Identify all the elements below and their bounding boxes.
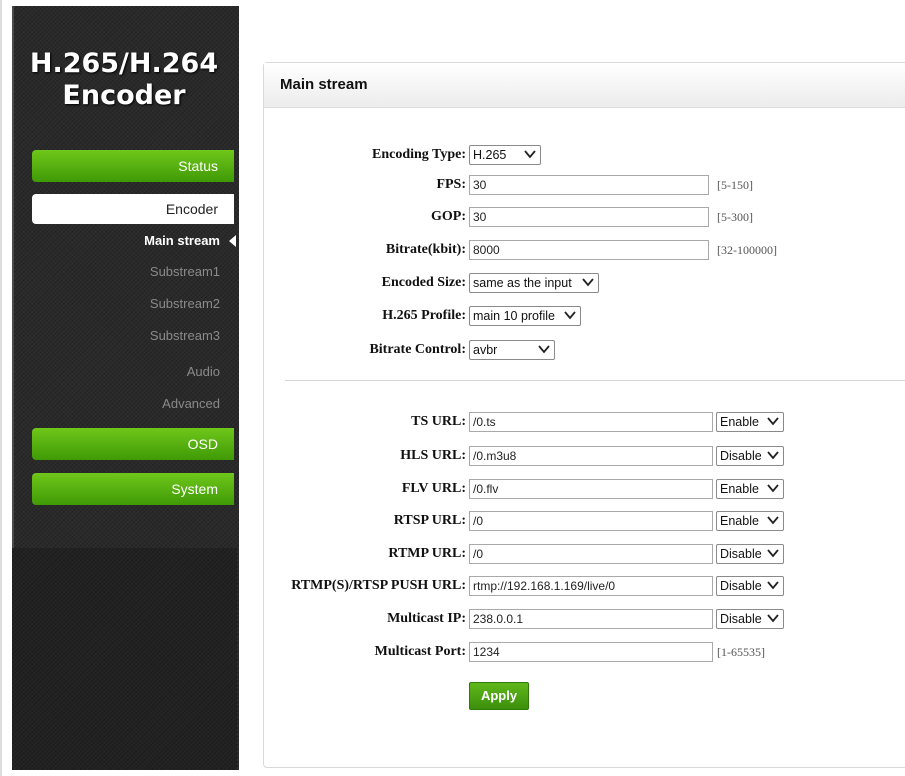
row-encoded-size: Encoded Size: same as the input — [0, 273, 905, 295]
logo-line2: Encoder — [62, 80, 186, 111]
row-bitrate: Bitrate(kbit): 8000 [32-100000] — [0, 240, 905, 262]
section-divider — [285, 380, 905, 381]
rtsp-url-state-select[interactable]: Enable — [716, 511, 784, 531]
push-url-state: Disable — [720, 579, 762, 593]
logo-line1: H.265/H.264 — [29, 48, 219, 79]
multicast-port-range: [1-65535] — [717, 645, 765, 659]
ts-url-state: Enable — [720, 415, 759, 429]
row-rtsp-url: RTSP URL: /0 Enable — [0, 511, 905, 533]
fps-label: FPS: — [436, 177, 466, 192]
encoding-type-value: H.265 — [473, 148, 507, 162]
rtmp-url-label: RTMP URL: — [388, 546, 466, 561]
row-multicast-ip: Multicast IP: 238.0.0.1 Disable — [0, 609, 905, 631]
rtmp-url-state-select[interactable]: Disable — [716, 544, 784, 564]
chevron-down-icon — [767, 515, 779, 525]
bitrate-control-value: avbr — [473, 343, 498, 357]
row-flv-url: FLV URL: /0.flv Enable — [0, 479, 905, 501]
apply-button[interactable]: Apply — [469, 682, 529, 710]
chevron-down-icon — [564, 310, 576, 320]
row-hls-url: HLS URL: /0.m3u8 Disable — [0, 446, 905, 468]
encoding-type-label: Encoding Type: — [371, 147, 466, 162]
chevron-down-icon — [767, 416, 779, 426]
rtmp-url-input[interactable]: /0 — [469, 544, 713, 564]
encoded-size-label: Encoded Size: — [381, 275, 466, 290]
multicast-ip-state-select[interactable]: Disable — [716, 609, 784, 629]
sidebar-item-advanced[interactable]: Advanced — [32, 394, 220, 414]
encoded-size-select[interactable]: same as the input — [469, 273, 599, 293]
chevron-down-icon — [524, 149, 536, 159]
gop-range: [5-300] — [717, 210, 753, 224]
hls-url-state-select[interactable]: Disable — [716, 446, 784, 466]
chevron-down-icon — [767, 613, 779, 623]
flv-url-state-select[interactable]: Enable — [716, 479, 784, 499]
row-encoding-type: Encoding Type: H.265 — [0, 145, 905, 167]
panel-header: Main stream — [264, 63, 905, 108]
flv-url-input[interactable]: /0.flv — [469, 479, 713, 499]
chevron-down-icon — [767, 450, 779, 460]
bitrate-control-select[interactable]: avbr — [469, 340, 555, 360]
hls-url-label: HLS URL: — [400, 448, 466, 463]
profile-value: main 10 profile — [473, 309, 555, 323]
chevron-down-icon — [767, 580, 779, 590]
encoded-size-value: same as the input — [473, 276, 572, 290]
multicast-ip-input[interactable]: 238.0.0.1 — [469, 609, 713, 629]
bitrate-control-label: Bitrate Control: — [369, 342, 466, 357]
multicast-port-label: Multicast Port: — [374, 644, 466, 659]
ts-url-state-select[interactable]: Enable — [716, 412, 784, 432]
page-title: Main stream — [280, 76, 368, 93]
bitrate-input[interactable]: 8000 — [469, 240, 709, 260]
bitrate-range: [32-100000] — [717, 243, 777, 257]
gop-input[interactable]: 30 — [469, 207, 709, 227]
flv-url-state: Enable — [720, 482, 759, 496]
fps-input[interactable]: 30 — [469, 175, 709, 195]
ts-url-label: TS URL: — [411, 414, 466, 429]
bitrate-label: Bitrate(kbit): — [385, 242, 466, 257]
gop-label: GOP: — [431, 209, 466, 224]
chevron-down-icon — [582, 277, 594, 287]
profile-label: H.265 Profile: — [382, 308, 466, 323]
hls-url-input[interactable]: /0.m3u8 — [469, 446, 713, 466]
ts-url-input[interactable]: /0.ts — [469, 412, 713, 432]
row-rtmp-url: RTMP URL: /0 Disable — [0, 544, 905, 566]
flv-url-label: FLV URL: — [401, 481, 466, 496]
row-multicast-port: Multicast Port: 1234 [1-65535] — [0, 642, 905, 664]
row-gop: GOP: 30 [5-300] — [0, 207, 905, 229]
row-profile: H.265 Profile: main 10 profile — [0, 306, 905, 328]
push-url-input[interactable]: rtmp://192.168.1.169/live/0 — [469, 576, 713, 596]
multicast-ip-state: Disable — [720, 612, 762, 626]
chevron-down-icon — [767, 548, 779, 558]
multicast-ip-label: Multicast IP: — [387, 611, 466, 626]
sidebar-item-audio[interactable]: Audio — [32, 362, 220, 382]
push-url-state-select[interactable]: Disable — [716, 576, 784, 596]
chevron-down-icon — [767, 483, 779, 493]
row-push-url: RTMP(S)/RTSP PUSH URL: rtmp://192.168.1.… — [0, 576, 905, 598]
profile-select[interactable]: main 10 profile — [469, 306, 581, 326]
fps-range: [5-150] — [717, 178, 753, 192]
row-fps: FPS: 30 [5-150] — [0, 175, 905, 197]
rtmp-url-state: Disable — [720, 547, 762, 561]
chevron-down-icon — [538, 344, 550, 354]
rtsp-url-label: RTSP URL: — [393, 513, 466, 528]
push-url-label: RTMP(S)/RTSP PUSH URL: — [291, 578, 466, 593]
rtsp-url-input[interactable]: /0 — [469, 511, 713, 531]
row-ts-url: TS URL: /0.ts Enable — [0, 412, 905, 434]
row-bitrate-control: Bitrate Control: avbr — [0, 340, 905, 362]
hls-url-state: Disable — [720, 449, 762, 463]
rtsp-url-state: Enable — [720, 514, 759, 528]
app-logo: H.265/H.264 Encoder — [24, 48, 224, 112]
encoding-type-select[interactable]: H.265 — [469, 145, 541, 165]
multicast-port-input[interactable]: 1234 — [469, 642, 713, 662]
